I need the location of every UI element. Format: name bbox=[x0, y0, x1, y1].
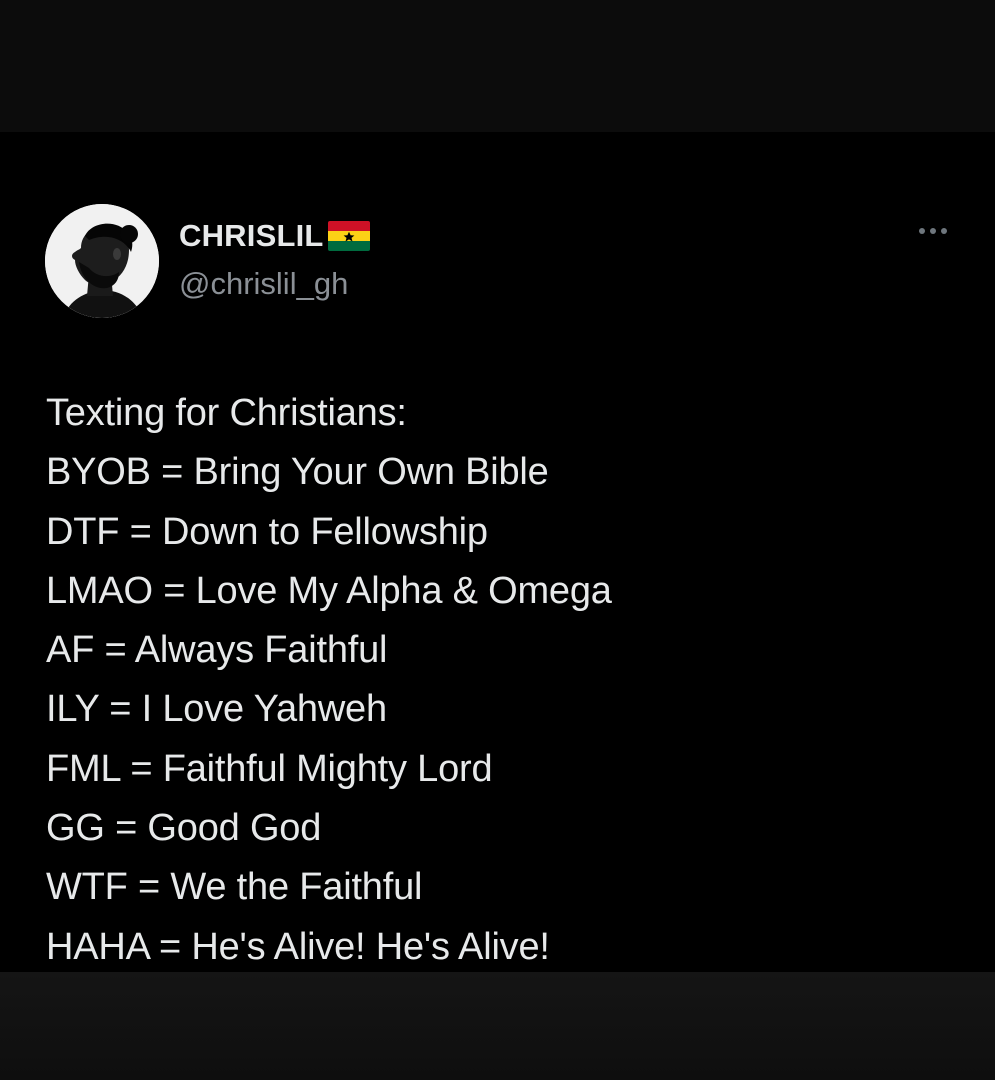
author-name-row[interactable]: CHRISLIL bbox=[179, 218, 370, 254]
more-horizontal-icon-dot bbox=[930, 228, 936, 234]
tweet-text-line: ILY = I Love Yahweh bbox=[46, 688, 387, 731]
tweet-text-line: GG = Good God bbox=[46, 807, 322, 850]
top-background-band bbox=[0, 0, 995, 132]
tweet-text-line: WTF = We the Faithful bbox=[46, 866, 423, 909]
tweet-text-line: AF = Always Faithful bbox=[46, 629, 388, 672]
avatar[interactable] bbox=[45, 204, 159, 318]
more-options-button[interactable] bbox=[910, 216, 956, 246]
bottom-background-band bbox=[0, 972, 995, 1080]
screenshot-page: CHRISLIL @chrislil_gh Texting for Christ… bbox=[0, 0, 995, 1080]
tweet-text-line: DTF = Down to Fellowship bbox=[46, 510, 488, 553]
more-horizontal-icon bbox=[919, 228, 925, 234]
tweet-text-line: HAHA = He's Alive! He's Alive! bbox=[46, 925, 550, 968]
tweet-text-line: Texting for Christians: bbox=[46, 392, 407, 434]
more-horizontal-icon-dot bbox=[941, 228, 947, 234]
tweet-text-line: LMAO = Love My Alpha & Omega bbox=[46, 569, 612, 612]
author-handle[interactable]: @chrislil_gh bbox=[179, 266, 348, 302]
author-display-name[interactable]: CHRISLIL bbox=[179, 218, 324, 254]
tweet-card: CHRISLIL @chrislil_gh Texting for Christ… bbox=[0, 132, 995, 972]
tweet-text-line: FML = Faithful Mighty Lord bbox=[46, 747, 493, 790]
tweet-body: Texting for Christians: BYOB = Bring You… bbox=[46, 384, 946, 977]
avatar-portrait-image bbox=[45, 204, 159, 318]
ghana-flag-icon bbox=[327, 221, 370, 251]
tweet-text-line: BYOB = Bring Your Own Bible bbox=[46, 451, 549, 494]
